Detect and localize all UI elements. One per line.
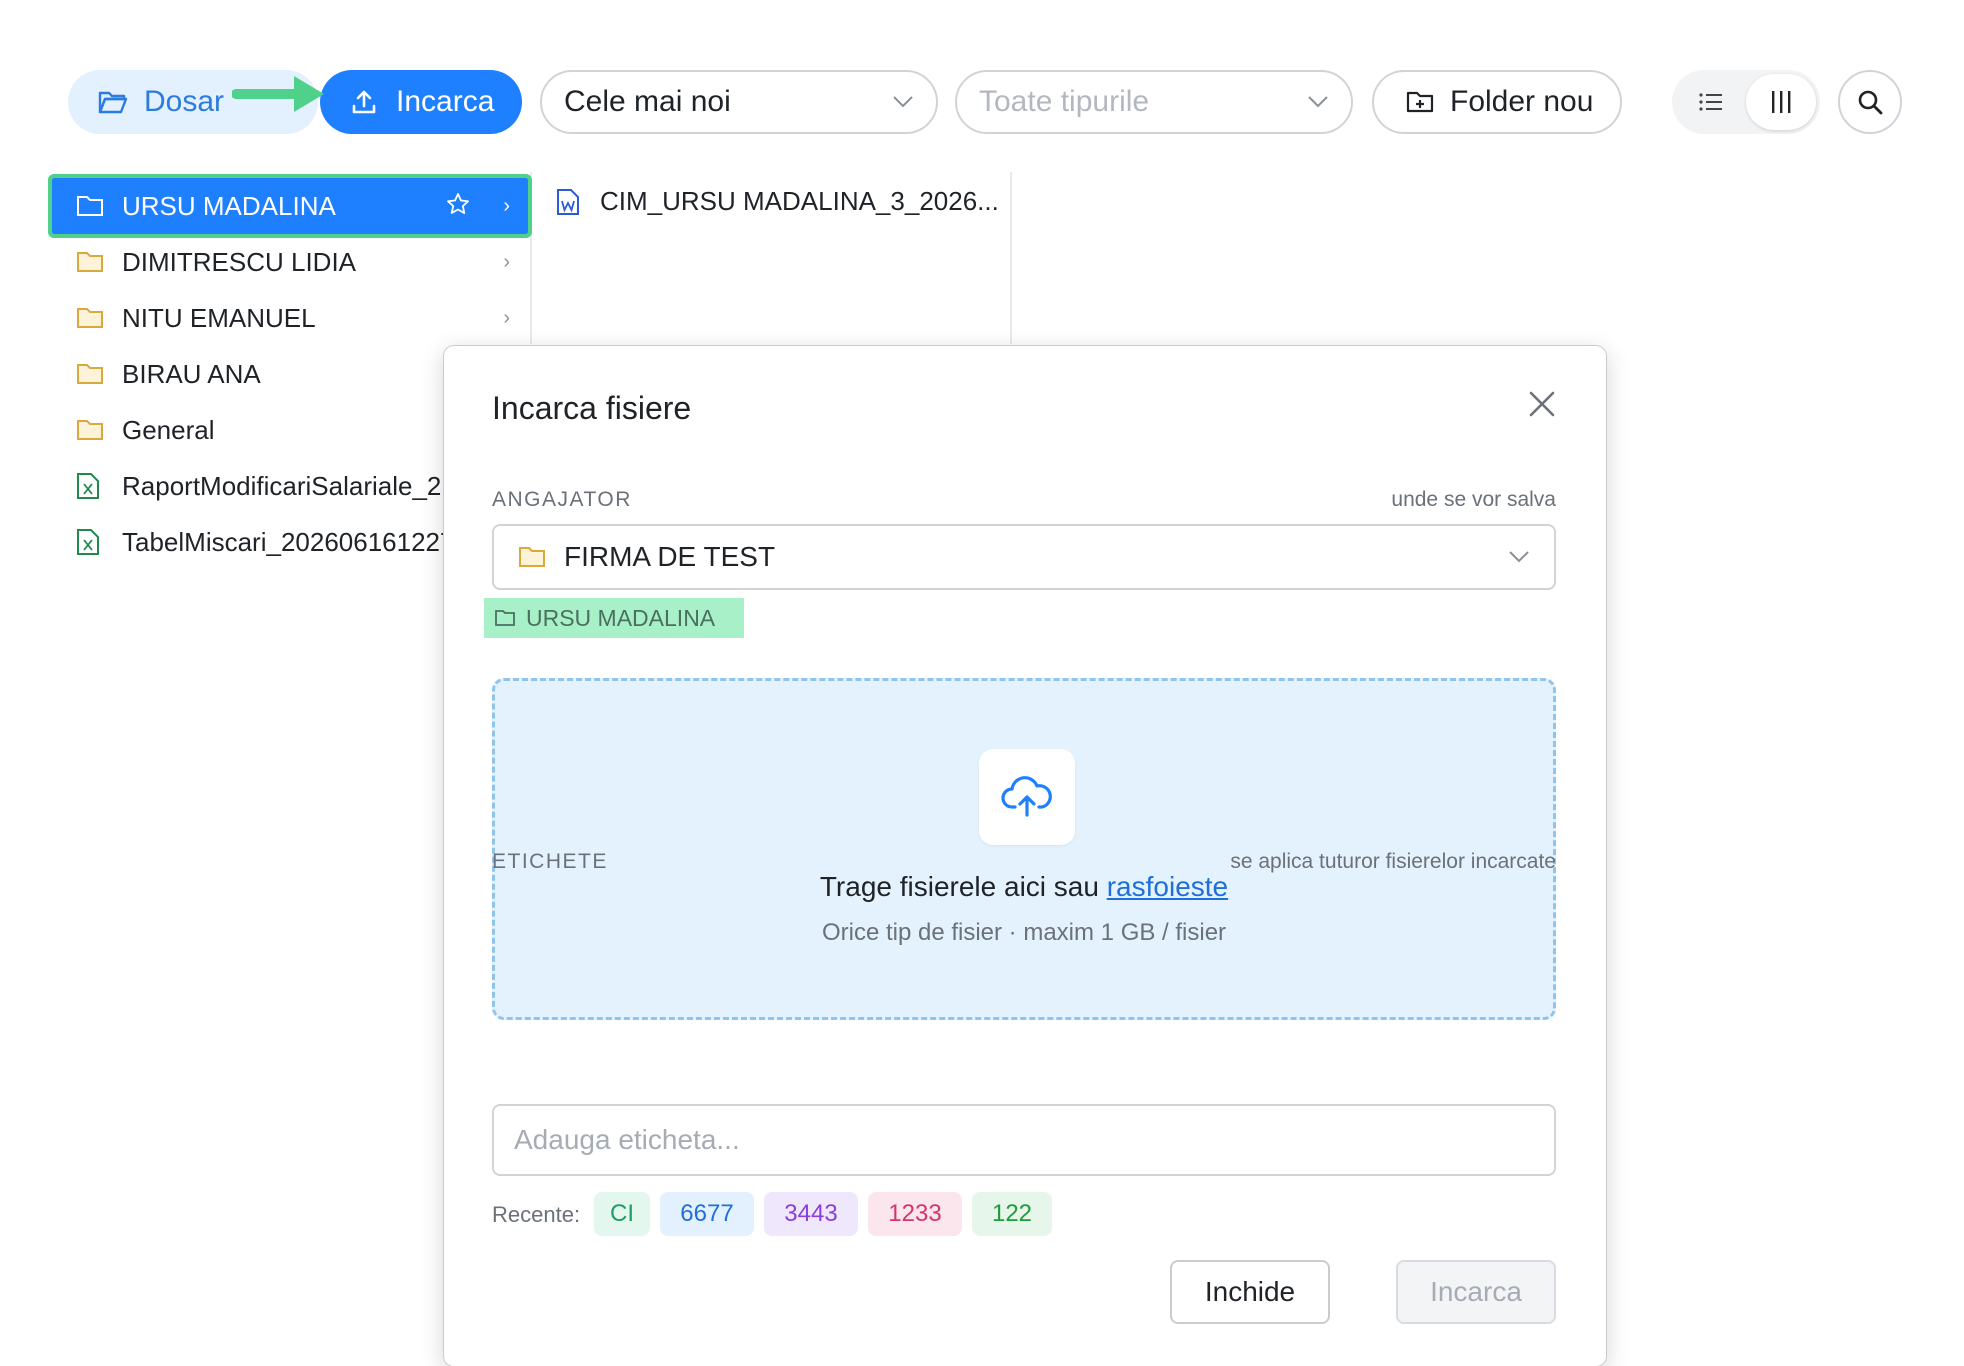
recent-tag-chip[interactable]: 122 (972, 1192, 1052, 1236)
folder-name: DIMITRESCU LIDIA (122, 246, 357, 277)
word-file-icon (557, 188, 579, 215)
view-toggle[interactable] (1672, 70, 1820, 134)
chevron-right-icon: › (503, 306, 510, 329)
folder-icon (77, 308, 103, 328)
chevron-down-icon (893, 96, 913, 108)
cloud-upload-icon-box (979, 749, 1075, 845)
chevron-right-icon: › (503, 194, 510, 217)
type-filter-select[interactable]: Toate tipurile (955, 70, 1353, 134)
folder-plus-icon (1406, 91, 1434, 113)
modal-title: Incarca fisiere (492, 390, 692, 426)
chevron-down-icon (1308, 96, 1328, 108)
chevron-down-icon (1509, 551, 1529, 563)
dosar-label: Dosar (144, 85, 225, 118)
type-filter-value: Toate tipurile (979, 85, 1150, 118)
sort-select[interactable]: Cele mai noi (540, 70, 938, 134)
annotation-arrow-icon (232, 76, 324, 112)
columns-icon (1772, 91, 1791, 113)
search-icon (1858, 90, 1883, 115)
folder-icon (77, 420, 103, 440)
browse-link[interactable]: rasfoieste (1107, 871, 1228, 902)
submit-upload-button[interactable]: Incarca (1396, 1260, 1556, 1324)
close-button[interactable]: Inchide (1170, 1260, 1330, 1324)
folder-name: NITU EMANUEL (122, 302, 316, 333)
drop-instructions: Trage fisierele aici sau rasfoieste (495, 871, 1553, 903)
folder-name: URSU MADALINA (122, 190, 336, 221)
folder-icon (519, 547, 545, 567)
close-icon[interactable] (1526, 388, 1558, 420)
excel-file-icon (77, 473, 99, 499)
upload-modal: Incarca fisiere ANGAJATOR unde se vor sa… (444, 346, 1606, 1366)
recent-tag-chip[interactable]: 1233 (868, 1192, 962, 1236)
search-button[interactable] (1838, 70, 1902, 134)
star-icon[interactable] (446, 192, 470, 216)
drop-text: Trage fisierele aici sau (819, 871, 1099, 902)
folder-item[interactable]: DIMITRESCU LIDIA › (52, 234, 528, 290)
drop-limits: Orice tip de fisier · maxim 1 GB / fisie… (821, 919, 1227, 946)
folder-icon (77, 196, 103, 216)
cloud-upload-icon (1001, 776, 1052, 817)
list-view-button[interactable] (1676, 74, 1746, 130)
tag-input[interactable]: Adauga eticheta... (492, 1104, 1556, 1176)
drop-zone[interactable]: Trage fisierele aici sau rasfoieste Oric… (492, 678, 1556, 1020)
recent-tag-chip[interactable]: 3443 (764, 1192, 858, 1236)
recent-tags-label: Recente: (492, 1202, 581, 1227)
tag-input-placeholder: Adauga eticheta... (514, 1124, 740, 1155)
file-name: RaportModificariSalariale_2 (122, 470, 442, 501)
folder-icon (77, 364, 103, 384)
file-name: TabelMiscari_202606161227 (122, 526, 455, 557)
tags-label: ETICHETE (492, 850, 608, 873)
tags-hint: se aplica tuturor fisierelor incarcate (1230, 850, 1556, 873)
folder-item[interactable]: NITU EMANUEL › (52, 290, 528, 346)
column-divider (1010, 172, 1012, 344)
new-folder-button[interactable]: Folder nou (1372, 70, 1622, 134)
employer-hint: unde se vor salva (1391, 488, 1556, 511)
employer-value: FIRMA DE TEST (564, 541, 776, 572)
list-icon (1699, 93, 1722, 111)
folder-icon (77, 252, 103, 272)
column-divider (530, 172, 532, 344)
folder-icon (495, 610, 515, 626)
employer-label: ANGAJATOR (492, 488, 632, 511)
new-folder-label: Folder nou (1450, 85, 1594, 118)
file-name: CIM_URSU MADALINA_3_2026... (600, 186, 999, 216)
recent-tag-chip[interactable]: 6677 (660, 1192, 754, 1236)
recent-tag-chip[interactable]: CI (594, 1192, 650, 1236)
chevron-right-icon: › (503, 250, 510, 273)
upload-icon (352, 90, 376, 114)
sort-value: Cele mai noi (564, 85, 731, 118)
target-subfolder: URSU MADALINA (484, 598, 744, 638)
upload-button[interactable]: Incarca (320, 70, 522, 134)
subfolder-name: URSU MADALINA (526, 604, 716, 631)
upload-label: Incarca (396, 85, 495, 118)
employer-select[interactable]: FIRMA DE TEST (492, 524, 1556, 590)
file-item[interactable]: CIM_URSU MADALINA_3_2026... (556, 186, 999, 217)
folder-open-icon (98, 91, 128, 114)
column-view-button[interactable] (1746, 74, 1816, 130)
folder-name: General (122, 414, 215, 445)
folder-item[interactable]: URSU MADALINA › (48, 174, 532, 238)
excel-file-icon (77, 529, 99, 555)
folder-name: BIRAU ANA (122, 358, 261, 389)
